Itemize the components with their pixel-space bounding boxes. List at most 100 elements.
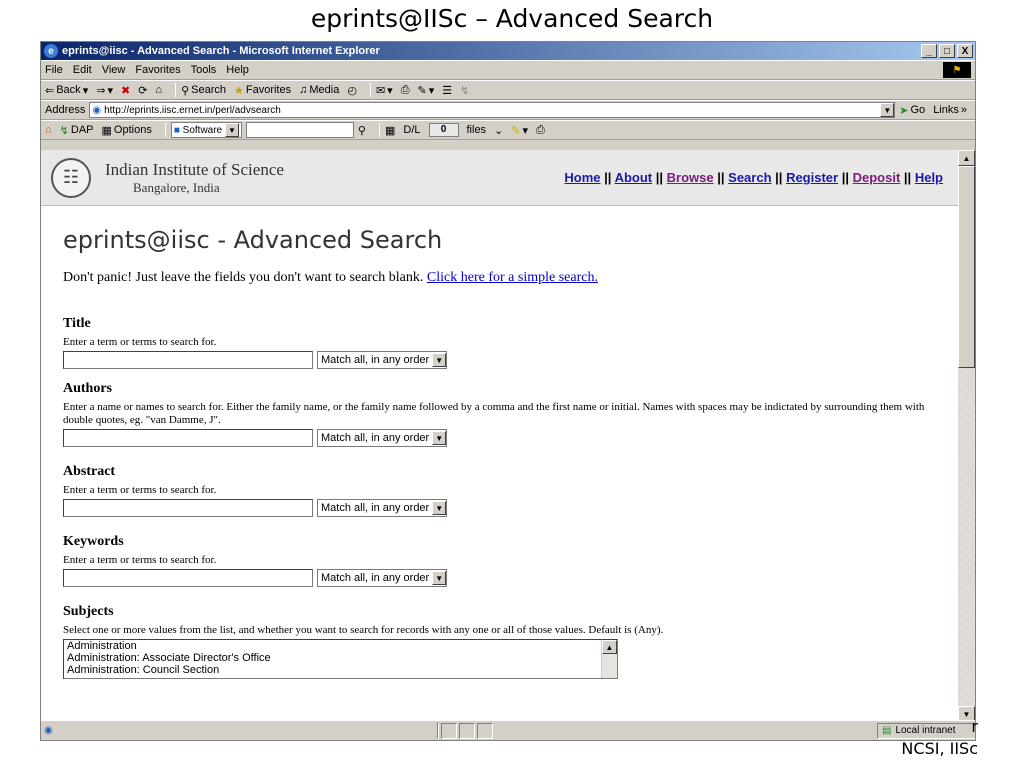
home-button[interactable]: ⌂: [155, 84, 162, 96]
abstract-heading: Abstract: [63, 464, 116, 479]
refresh-icon: ⟳: [138, 84, 148, 97]
title-input[interactable]: [63, 351, 313, 369]
scroll-up-icon[interactable]: ▲: [958, 150, 975, 166]
nav-browse-link[interactable]: Browse: [667, 170, 714, 185]
title-match-select[interactable]: Match all, in any order ▼: [317, 351, 448, 369]
options-button[interactable]: ▦ Options: [102, 124, 152, 137]
authors-input[interactable]: [63, 429, 313, 447]
close-button[interactable]: X: [957, 44, 973, 58]
abstract-match-select[interactable]: Match all, in any order ▼: [317, 499, 448, 517]
media-button[interactable]: ♫ Media: [299, 84, 339, 96]
footer-line: NCSI, IISc: [901, 739, 978, 758]
minimize-button[interactable]: _: [921, 44, 937, 58]
nav-about-link[interactable]: About: [615, 170, 653, 185]
listbox-scrollbar[interactable]: ▲: [601, 640, 617, 678]
edit-button[interactable]: ✎ ▾: [418, 84, 435, 97]
dap-icon: ↯: [59, 124, 69, 137]
lightning-icon: ↯: [460, 84, 470, 97]
search-button[interactable]: ⚲ Search: [181, 84, 226, 97]
history-button[interactable]: ◴: [347, 84, 357, 97]
footer-line: r: [971, 717, 978, 736]
chevron-down-icon: ▼: [432, 571, 447, 585]
forward-button[interactable]: ⇒ ▾: [96, 84, 113, 97]
status-cell: [440, 722, 457, 739]
favorites-icon: ★: [233, 84, 244, 97]
back-arrow-icon: ⇐: [45, 84, 55, 97]
title-heading: Title: [63, 316, 91, 331]
browser-window: e eprints@iisc - Advanced Search - Micro…: [40, 41, 976, 741]
print-button[interactable]: ⎙: [401, 84, 410, 97]
nav-deposit-link[interactable]: Deposit: [853, 170, 901, 185]
nav-help-link[interactable]: Help: [915, 170, 943, 185]
iisc-seal-logo: ☷: [51, 157, 91, 198]
address-dropdown-icon[interactable]: ▼: [880, 103, 895, 117]
nav-home-link[interactable]: Home: [564, 170, 600, 185]
menu-view[interactable]: View: [102, 64, 126, 76]
institute-block: Indian Institute of Science Bangalore, I…: [105, 160, 284, 196]
dap-button[interactable]: ↯ DAP: [60, 124, 94, 137]
toolbar-search-input[interactable]: [245, 122, 354, 138]
back-button[interactable]: ⇐ Back ▾: [45, 84, 88, 97]
dl-label: D/L: [403, 124, 421, 136]
nav-register-link[interactable]: Register: [786, 170, 838, 185]
window-title: eprints@iisc - Advanced Search - Microso…: [62, 45, 380, 57]
stop-icon: ✖: [120, 84, 131, 97]
standard-toolbar: ⇐ Back ▾ ⇒ ▾ ✖ ⟳ ⌂ ⚲ Search ★ Favorites ♫ Me…: [41, 80, 975, 100]
authors-field-row: Match all, in any order ▼: [63, 429, 959, 447]
site-header: ☷ Indian Institute of Science Bangalore,…: [41, 150, 959, 206]
scroll-thumb[interactable]: [958, 166, 975, 368]
menu-file[interactable]: File: [45, 64, 63, 76]
nav-search-link[interactable]: Search: [728, 170, 771, 185]
files-label: files: [466, 124, 487, 136]
abstract-field-row: Match all, in any order ▼: [63, 499, 959, 517]
page-scrollbar[interactable]: ▲ ▼: [958, 150, 975, 722]
keywords-field-row: Match all, in any order ▼: [63, 569, 959, 587]
status-bar: ◉ ▤ Local intranet: [41, 720, 975, 740]
window-titlebar: e eprints@iisc - Advanced Search - Micro…: [41, 42, 975, 60]
refresh-button[interactable]: ⟳: [138, 84, 147, 97]
keywords-match-select[interactable]: Match all, in any order ▼: [317, 569, 448, 587]
menu-favorites[interactable]: Favorites: [135, 64, 180, 76]
links-button[interactable]: Links »: [933, 104, 967, 116]
intro-text: Don't panic! Just leave the fields you d…: [63, 270, 959, 286]
windows-logo-icon: ⚑: [943, 62, 971, 78]
subjects-heading: Subjects: [63, 604, 114, 619]
abstract-input[interactable]: [63, 499, 313, 517]
page-content: eprints@iisc - Advanced Search Don't pan…: [41, 226, 959, 679]
download-manager-button[interactable]: ▦: [385, 124, 395, 137]
menu-edit[interactable]: Edit: [73, 64, 92, 76]
menu-tools[interactable]: Tools: [191, 64, 217, 76]
nav-separator: ||: [717, 170, 725, 185]
go-arrow-icon: ➤: [899, 104, 909, 117]
chevron-down-icon: ▼: [432, 431, 447, 445]
discuss-button[interactable]: ☰: [442, 84, 452, 97]
simple-search-link[interactable]: Click here for a simple search.: [427, 270, 598, 285]
maximize-button[interactable]: □: [939, 44, 955, 58]
stop-button[interactable]: ✖: [121, 84, 130, 97]
subject-option[interactable]: Administration: Associate Director's Off…: [67, 652, 617, 664]
subjects-section: Subjects Select one or more values from …: [63, 604, 959, 679]
institute-name: Indian Institute of Science: [105, 159, 284, 179]
find-button[interactable]: ⚲: [358, 124, 366, 137]
authors-match-select[interactable]: Match all, in any order ▼: [317, 429, 448, 447]
subject-option[interactable]: Administration: [67, 640, 617, 652]
favorites-button[interactable]: ★ Favorites: [234, 84, 291, 97]
keywords-desc: Enter a term or terms to search for.: [63, 554, 217, 566]
keywords-input[interactable]: [63, 569, 313, 587]
software-select[interactable]: ■ Software ▼: [170, 122, 242, 138]
highlight-button[interactable]: ✎ ▾: [511, 124, 528, 137]
nav-separator: ||: [604, 170, 612, 185]
address-input[interactable]: ◉ http://eprints.iisc.ernet.in/perl/advs…: [89, 102, 896, 118]
messenger-button[interactable]: ↯: [460, 84, 469, 97]
print-extra-button[interactable]: ⎙: [536, 124, 545, 137]
title-field-row: Match all, in any order ▼: [63, 351, 959, 369]
subject-option[interactable]: Administration: Council Section: [67, 664, 617, 676]
expand-button[interactable]: ⌄: [494, 124, 503, 137]
menu-help[interactable]: Help: [226, 64, 249, 76]
listbox-scroll-up-icon[interactable]: ▲: [602, 640, 617, 654]
subjects-listbox[interactable]: Administration Administration: Associate…: [63, 639, 618, 679]
extra-toolbar: ⌂ ↯ DAP ▦ Options ■ Software ▼ ⚲ ▦ D/L 0 f…: [41, 120, 975, 140]
go-button[interactable]: ➤ Go: [899, 104, 925, 117]
home-shortcut-button[interactable]: ⌂: [45, 124, 52, 136]
mail-button[interactable]: ✉ ▾: [376, 84, 393, 97]
